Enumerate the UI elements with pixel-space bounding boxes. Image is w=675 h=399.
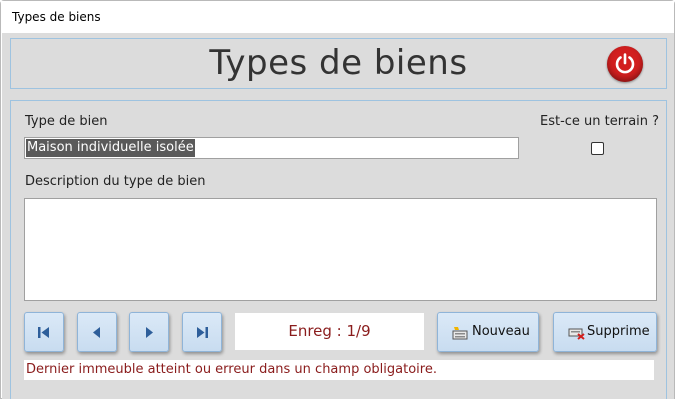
delete-record-button[interactable]: Supprime bbox=[553, 312, 657, 352]
delete-record-label: Supprime bbox=[587, 324, 650, 339]
title-bar: Types de biens bbox=[1, 1, 674, 33]
previous-record-icon bbox=[93, 327, 100, 338]
terrain-checkbox[interactable] bbox=[591, 142, 604, 155]
window-title: Types de biens bbox=[12, 10, 101, 24]
next-record-button[interactable] bbox=[129, 312, 169, 352]
first-record-button[interactable] bbox=[24, 312, 64, 352]
previous-record-button[interactable] bbox=[77, 312, 117, 352]
power-icon bbox=[615, 53, 635, 74]
last-record-button[interactable] bbox=[182, 312, 222, 352]
new-record-button[interactable]: Nouveau bbox=[437, 312, 539, 352]
next-record-icon bbox=[146, 327, 153, 338]
description-label: Description du type de bien bbox=[25, 174, 206, 189]
last-record-icon bbox=[197, 327, 208, 338]
new-record-icon bbox=[452, 327, 468, 340]
page-title: Types de biens bbox=[209, 43, 468, 83]
form-header: Types de biens bbox=[10, 38, 667, 89]
status-message: Dernier immeuble atteint ou erreur dans … bbox=[24, 360, 654, 380]
first-record-icon bbox=[38, 327, 49, 338]
delete-record-icon bbox=[568, 328, 585, 340]
type-field[interactable]: Maison individuelle isolée bbox=[24, 137, 519, 159]
new-record-label: Nouveau bbox=[472, 324, 530, 339]
window: Types de biens Types de biens Type de bi… bbox=[0, 0, 675, 399]
record-counter: Enreg : 1/9 bbox=[235, 313, 424, 350]
close-form-button[interactable] bbox=[607, 46, 643, 82]
form-body: Types de biens Type de bien Est-ce un te… bbox=[2, 33, 674, 399]
description-field[interactable] bbox=[24, 198, 657, 301]
terrain-label: Est-ce un terrain ? bbox=[540, 114, 660, 129]
type-field-value: Maison individuelle isolée bbox=[26, 139, 195, 157]
type-label: Type de bien bbox=[25, 114, 108, 129]
